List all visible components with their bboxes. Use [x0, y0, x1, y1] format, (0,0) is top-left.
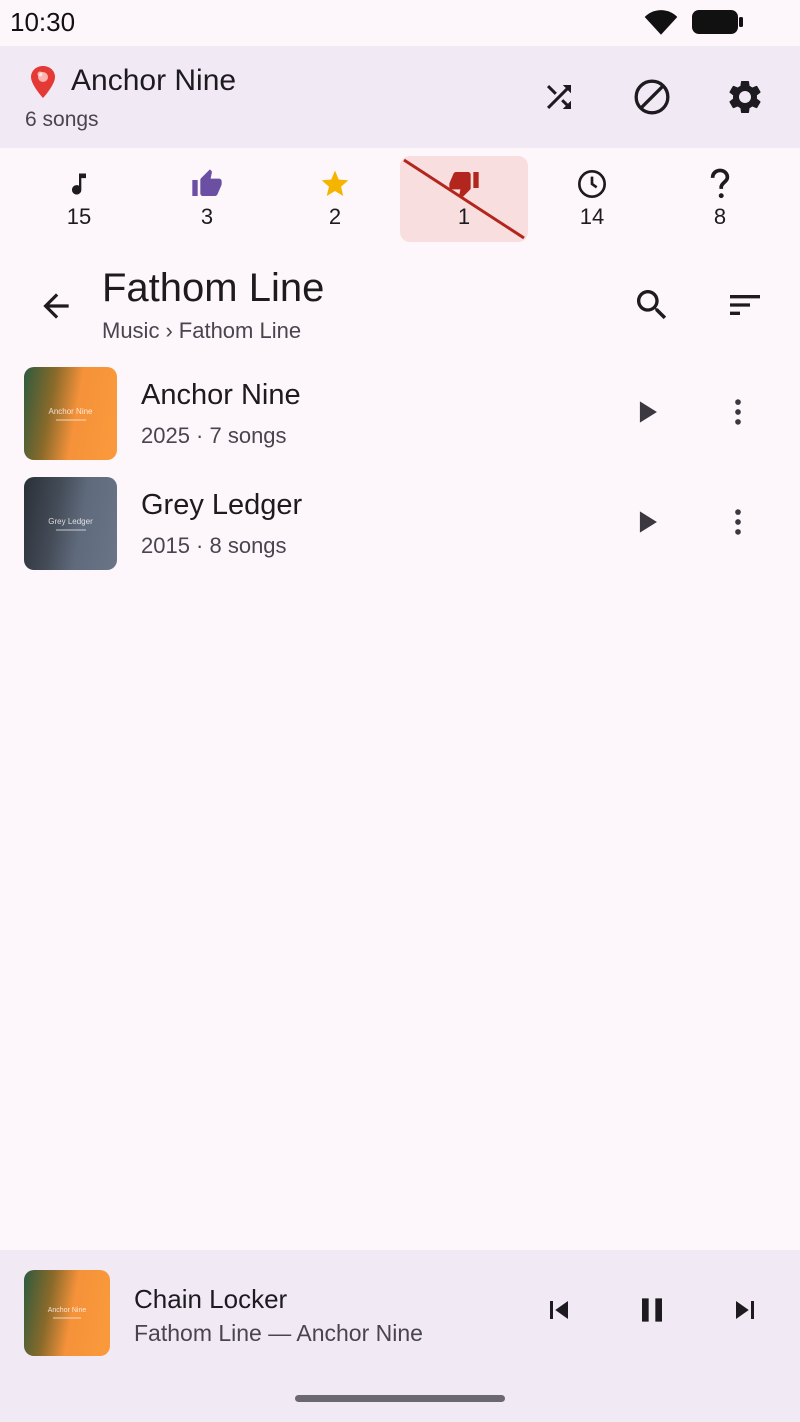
- filter-count: 15: [66, 204, 92, 229]
- now-playing-title: Chain Locker: [134, 1284, 288, 1314]
- gear-icon: [725, 77, 765, 122]
- home-indicator[interactable]: [295, 1395, 505, 1402]
- music-note-icon: [65, 166, 93, 202]
- album-meta: 2025 · 7 songs: [141, 423, 287, 448]
- album-art: Anchor Nine: [24, 367, 117, 460]
- breadcrumb-current: Fathom Line: [178, 318, 302, 343]
- status-time: 10:30: [10, 7, 76, 37]
- skip-next-icon: [727, 1292, 763, 1333]
- album-row[interactable]: Anchor Nine Anchor Nine 2025 · 7 songs: [0, 367, 800, 467]
- next-button[interactable]: [721, 1288, 769, 1336]
- sort-button[interactable]: [719, 281, 771, 333]
- filter-recent[interactable]: 14: [528, 156, 656, 242]
- header-title: Anchor Nine: [71, 64, 237, 97]
- more-vert-icon: [721, 395, 755, 434]
- album-art-subline: [55, 418, 86, 421]
- block-icon: [632, 77, 672, 122]
- album-name: Grey Ledger: [141, 489, 303, 521]
- shuffle-icon: [541, 79, 577, 120]
- album-art: Grey Ledger: [24, 477, 117, 570]
- filter-all[interactable]: 15: [15, 156, 143, 242]
- arrow-back-icon: [37, 287, 75, 330]
- album-art-subline: [53, 1317, 81, 1319]
- thumbs-down-icon: [447, 166, 481, 202]
- more-vert-icon: [721, 505, 755, 544]
- album-art-subline: [55, 528, 86, 531]
- filter-starred[interactable]: 2: [271, 156, 399, 242]
- pause-button[interactable]: [628, 1288, 676, 1336]
- clock-icon: [576, 166, 608, 202]
- filter-unrated[interactable]: 8: [656, 156, 784, 242]
- filter-count: 2: [328, 204, 342, 229]
- app-header: Anchor Nine 6 songs: [0, 46, 800, 148]
- more-options-button[interactable]: [716, 389, 760, 439]
- previous-button[interactable]: [535, 1288, 583, 1336]
- header-subtitle: 6 songs: [25, 108, 99, 131]
- filter-count: 1: [457, 204, 471, 229]
- status-icons: [644, 9, 744, 40]
- filter-count: 3: [200, 204, 214, 229]
- play-icon: [630, 395, 664, 434]
- shuffle-button[interactable]: [534, 74, 584, 124]
- pause-icon: [632, 1290, 672, 1335]
- album-art-title: Anchor Nine: [48, 406, 93, 416]
- now-playing-subtitle: Fathom Line — Anchor Nine: [134, 1320, 423, 1346]
- album-meta: 2015 · 8 songs: [141, 533, 287, 558]
- settings-button[interactable]: [720, 74, 770, 124]
- status-bar: 10:30: [0, 0, 800, 46]
- now-playing-bar[interactable]: Anchor Nine Chain Locker Fathom Line — A…: [0, 1250, 800, 1422]
- skip-previous-icon: [541, 1292, 577, 1333]
- pin-icon: [28, 64, 58, 105]
- star-icon: [319, 166, 351, 202]
- play-icon: [630, 505, 664, 544]
- search-button[interactable]: [626, 281, 678, 333]
- filter-count: 14: [579, 204, 605, 229]
- sort-icon: [725, 285, 765, 330]
- page-title: Fathom Line: [102, 266, 325, 310]
- search-icon: [632, 285, 672, 330]
- block-button[interactable]: [627, 74, 677, 124]
- filter-disliked[interactable]: 1: [400, 156, 528, 242]
- play-album-button[interactable]: [624, 499, 670, 549]
- thumbs-up-icon: [190, 166, 224, 202]
- album-art-title: Anchor Nine: [47, 1307, 87, 1314]
- wifi-icon: [644, 9, 678, 40]
- more-options-button[interactable]: [716, 499, 760, 549]
- album-row[interactable]: Grey Ledger Grey Ledger 2015 · 8 songs: [0, 477, 800, 577]
- battery-icon: [692, 9, 744, 40]
- filter-count: 8: [713, 204, 727, 229]
- rating-filter-bar: 15 3 2 1 14 8: [0, 148, 800, 248]
- filter-liked[interactable]: 3: [143, 156, 271, 242]
- album-name: Anchor Nine: [141, 379, 301, 411]
- back-button[interactable]: [30, 282, 82, 334]
- play-album-button[interactable]: [624, 389, 670, 439]
- breadcrumb-separator: ›: [165, 318, 173, 343]
- breadcrumb: Music › Fathom Line: [102, 318, 301, 344]
- question-icon: [707, 166, 733, 202]
- now-playing-art: Anchor Nine: [24, 1270, 110, 1356]
- breadcrumb-root[interactable]: Music: [102, 318, 159, 344]
- album-art-title: Grey Ledger: [48, 516, 93, 526]
